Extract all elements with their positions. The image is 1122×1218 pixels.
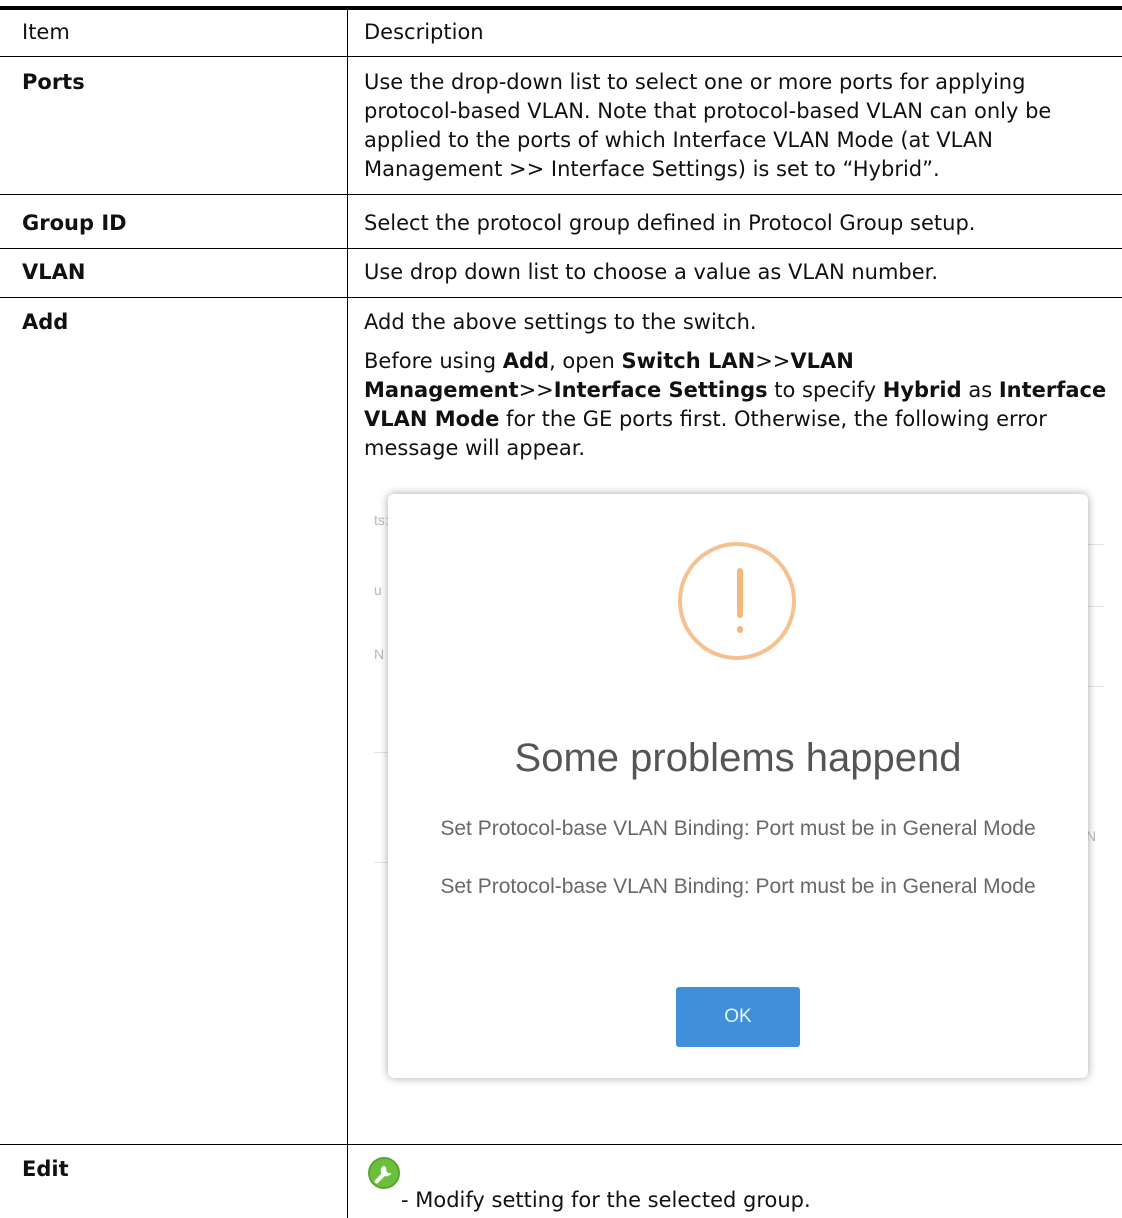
row-groupid-item: Group ID — [22, 211, 127, 235]
header-description: Description — [364, 20, 484, 44]
exclamation-dot — [737, 626, 743, 633]
row-add-item: Add — [22, 310, 69, 334]
table-top-rule — [0, 6, 1122, 10]
background-label-fragment: u — [374, 582, 382, 598]
header-rule — [0, 56, 1122, 57]
row-ports-item: Ports — [22, 70, 85, 94]
wrench-icon[interactable] — [368, 1157, 400, 1189]
background-divider — [1086, 606, 1104, 607]
background-divider — [1086, 686, 1104, 687]
row-divider — [0, 1144, 1122, 1145]
background-label-fragment: ts: — [374, 512, 389, 528]
dialog-message: Set Protocol-base VLAN Binding: Port mus… — [440, 817, 1036, 840]
description-table: Item Description Ports Use the drop-down… — [0, 0, 1122, 1218]
error-dialog: Some problems happend Set Protocol-base … — [388, 494, 1088, 1078]
row-divider — [0, 297, 1122, 298]
row-groupid-description: Select the protocol group defined in Pro… — [364, 211, 976, 235]
dialog-message: Set Protocol-base VLAN Binding: Port mus… — [440, 875, 1036, 898]
warning-exclamation-icon — [678, 542, 796, 660]
dialog-title: Some problems happend — [514, 736, 962, 780]
row-ports-description: Use the drop-down list to select one or … — [364, 70, 1052, 181]
row-add-description: Add the above settings to the switch. — [364, 310, 757, 334]
row-edit-item: Edit — [22, 1157, 69, 1181]
background-label-fragment: N — [374, 646, 385, 662]
header-item: Item — [22, 20, 70, 44]
error-dialog-screenshot: ts: u N N Some problems happend Set Prot… — [364, 486, 1104, 1086]
ok-button[interactable]: OK — [676, 987, 800, 1047]
row-vlan-description: Use drop down list to choose a value as … — [364, 260, 939, 284]
row-divider — [0, 194, 1122, 195]
row-edit-description: - Modify setting for the selected group. — [401, 1188, 811, 1212]
exclamation-bar — [737, 568, 743, 618]
column-divider — [347, 10, 348, 1218]
row-vlan-item: VLAN — [22, 260, 86, 284]
row-add-note: Before using Add, open Switch LAN>>VLAN … — [364, 349, 1107, 460]
row-divider — [0, 248, 1122, 249]
background-divider — [1086, 544, 1104, 545]
